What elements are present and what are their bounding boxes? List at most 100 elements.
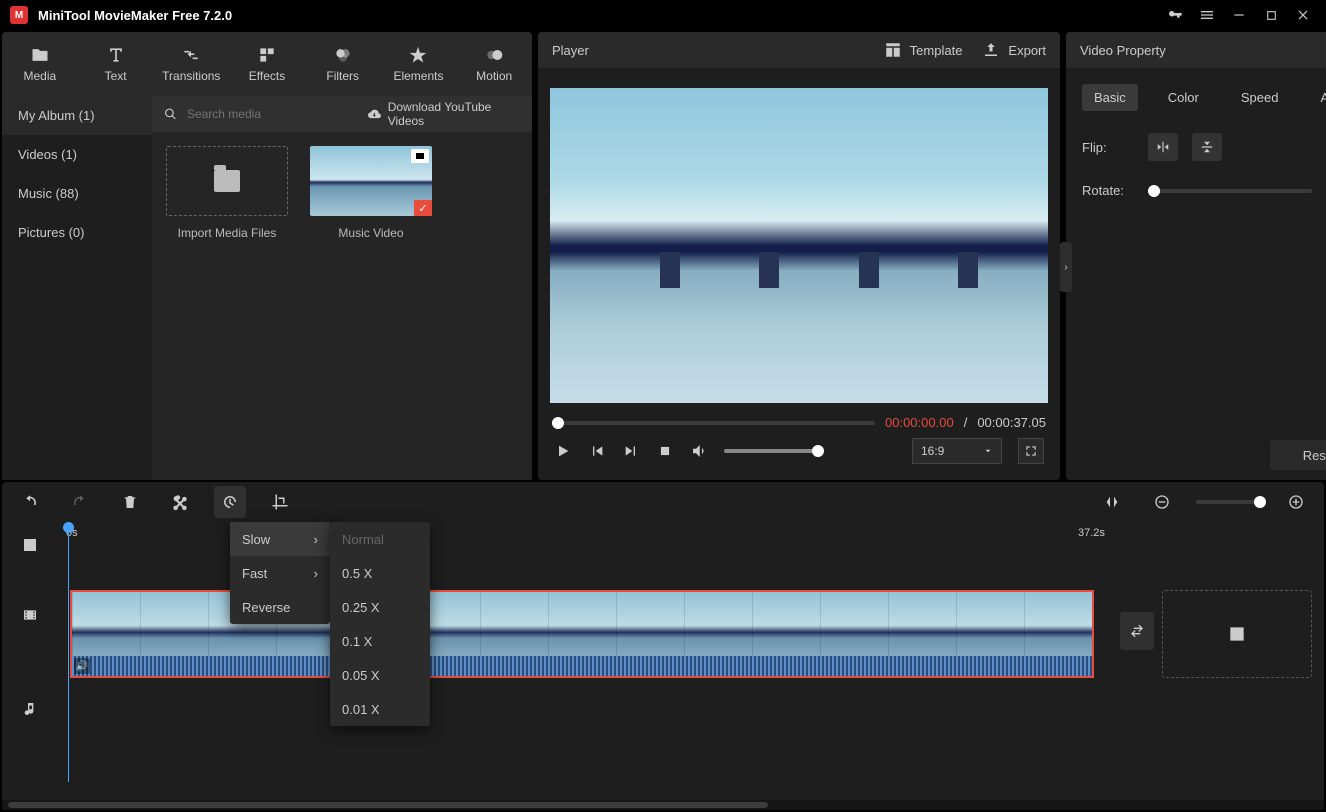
tab-transitions[interactable]: Transitions: [153, 32, 229, 96]
window-close-icon[interactable]: [1290, 2, 1316, 28]
search-input[interactable]: [187, 107, 347, 121]
next-frame-button[interactable]: [622, 442, 640, 460]
speed-menu-slow[interactable]: Slow ›: [230, 522, 330, 556]
tab-elements[interactable]: Elements: [381, 32, 457, 96]
progress-slider[interactable]: [552, 421, 875, 425]
tab-filters-label: Filters: [326, 69, 359, 83]
add-track-button[interactable]: [2, 522, 58, 568]
speed-sub-normal[interactable]: Normal: [330, 522, 430, 556]
rotate-label: Rotate:: [1082, 183, 1134, 198]
timeline-toolbar: [2, 482, 1324, 522]
titlebar: M MiniTool MovieMaker Free 7.2.0: [0, 0, 1326, 30]
clip-swap-button[interactable]: [1120, 612, 1154, 650]
stop-button[interactable]: [656, 442, 674, 460]
rotate-slider[interactable]: [1148, 189, 1312, 193]
main-tabs: Media Text Transitions Effects Filters E…: [2, 32, 532, 96]
player-title: Player: [552, 43, 589, 58]
prop-tab-speed[interactable]: Speed: [1229, 84, 1291, 111]
speed-menu-reverse-label: Reverse: [242, 600, 290, 615]
hamburger-menu-icon[interactable]: [1194, 2, 1220, 28]
time-total: 00:00:37.05: [977, 415, 1046, 430]
undo-button[interactable]: [14, 486, 46, 518]
search-icon: [164, 107, 177, 121]
export-label: Export: [1008, 43, 1046, 58]
speed-menu-fast[interactable]: Fast ›: [230, 556, 330, 590]
left-panel: Media Text Transitions Effects Filters E…: [2, 32, 532, 480]
chevron-down-icon: [983, 446, 993, 456]
playhead[interactable]: [68, 522, 69, 782]
zoom-slider[interactable]: [1196, 500, 1262, 504]
player-header: Player Template Export: [538, 32, 1060, 68]
speed-sub-025x[interactable]: 0.25 X: [330, 590, 430, 624]
album-item-my-album[interactable]: My Album (1): [2, 96, 152, 135]
split-button[interactable]: [164, 486, 196, 518]
redo-button[interactable]: [64, 486, 96, 518]
tab-media[interactable]: Media: [2, 32, 78, 96]
video-track-icon: [2, 568, 58, 662]
tab-effects-label: Effects: [249, 69, 285, 83]
video-clip[interactable]: 🔊: [70, 590, 1094, 678]
property-header: Video Property: [1066, 32, 1326, 68]
speed-sub-005x[interactable]: 0.05 X: [330, 658, 430, 692]
tab-elements-label: Elements: [393, 69, 443, 83]
speed-sub-05x[interactable]: 0.5 X: [330, 556, 430, 590]
crop-button[interactable]: [264, 486, 296, 518]
template-button[interactable]: Template: [884, 41, 963, 59]
zoom-out-button[interactable]: [1146, 486, 1178, 518]
window-minimize-icon[interactable]: [1226, 2, 1252, 28]
tab-filters[interactable]: Filters: [305, 32, 381, 96]
delete-button[interactable]: [114, 486, 146, 518]
speed-sub-001x[interactable]: 0.01 X: [330, 692, 430, 726]
license-key-icon[interactable]: [1162, 2, 1188, 28]
zoom-in-button[interactable]: [1280, 486, 1312, 518]
flip-label: Flip:: [1082, 140, 1134, 155]
download-youtube-link[interactable]: Download YouTube Videos: [367, 100, 520, 128]
play-button[interactable]: [554, 442, 572, 460]
flip-vertical-button[interactable]: [1192, 133, 1222, 161]
zoom-fit-button[interactable]: [1096, 486, 1128, 518]
prop-tab-audio[interactable]: Audio: [1308, 84, 1326, 111]
download-youtube-label: Download YouTube Videos: [388, 100, 520, 128]
album-item-videos[interactable]: Videos (1): [2, 135, 152, 174]
volume-slider[interactable]: [724, 449, 820, 453]
speed-submenu: Normal 0.5 X 0.25 X 0.1 X 0.05 X 0.01 X: [330, 522, 430, 726]
prop-tab-basic[interactable]: Basic: [1082, 84, 1138, 111]
media-area: Download YouTube Videos Import Media Fil…: [152, 96, 532, 480]
reset-button[interactable]: Reset: [1270, 440, 1326, 470]
fullscreen-button[interactable]: [1018, 438, 1044, 464]
time-current: 00:00:00.00: [885, 415, 954, 430]
tab-motion[interactable]: Motion: [456, 32, 532, 96]
speed-menu-reverse[interactable]: Reverse: [230, 590, 330, 624]
export-button[interactable]: Export: [982, 41, 1046, 59]
speed-menu: Slow › Fast › Reverse: [230, 522, 330, 624]
speed-button[interactable]: [214, 486, 246, 518]
preview-canvas[interactable]: [550, 88, 1048, 403]
timeline-scrollbar[interactable]: [2, 800, 1324, 810]
cloud-download-icon: [367, 107, 382, 121]
drop-zone[interactable]: [1162, 590, 1312, 678]
tab-text[interactable]: Text: [78, 32, 154, 96]
media-clip-card[interactable]: ✓ Music Video: [310, 146, 432, 240]
camera-badge-icon: [411, 149, 429, 163]
time-sep: /: [964, 415, 968, 430]
app-logo-icon: M: [10, 6, 28, 24]
window-maximize-icon[interactable]: [1258, 2, 1284, 28]
import-media-card[interactable]: Import Media Files: [166, 146, 288, 240]
album-item-music[interactable]: Music (88): [2, 174, 152, 213]
prop-tab-color[interactable]: Color: [1156, 84, 1211, 111]
volume-button[interactable]: [690, 442, 708, 460]
export-icon: [982, 41, 1000, 59]
folder-icon: [214, 170, 240, 192]
aspect-ratio-select[interactable]: 16:9: [912, 438, 1002, 464]
flip-horizontal-button[interactable]: [1148, 133, 1178, 161]
panel-collapse-toggle[interactable]: ›: [1060, 242, 1072, 292]
speed-sub-01x[interactable]: 0.1 X: [330, 624, 430, 658]
tab-text-label: Text: [105, 69, 127, 83]
track-headers: [2, 522, 58, 800]
prev-frame-button[interactable]: [588, 442, 606, 460]
audio-track-icon: [2, 662, 58, 756]
template-icon: [884, 41, 902, 59]
album-item-pictures[interactable]: Pictures (0): [2, 213, 152, 252]
timeline-panel: Slow › Fast › Reverse Normal 0.5 X 0.25 …: [2, 482, 1324, 810]
tab-effects[interactable]: Effects: [229, 32, 305, 96]
